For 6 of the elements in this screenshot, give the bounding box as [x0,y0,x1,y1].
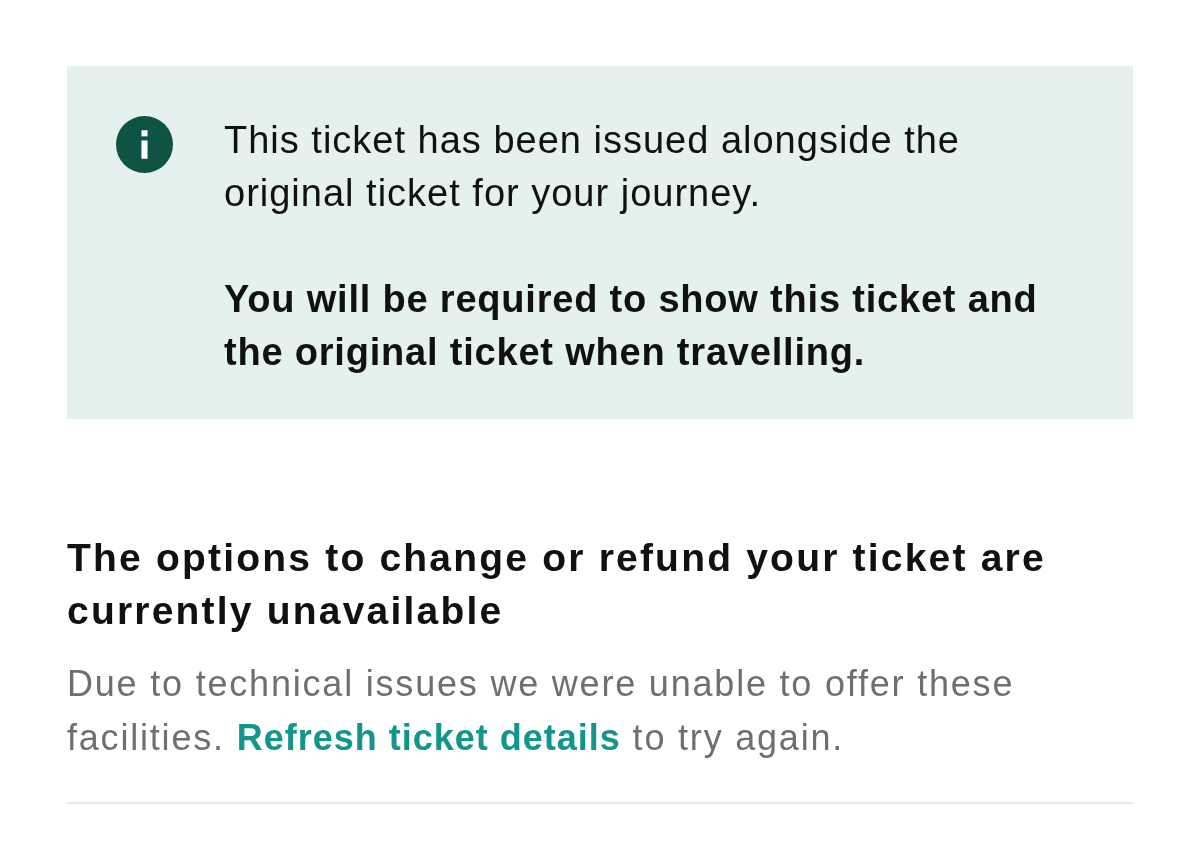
info-emphasis: You will be required to show this ticket and the original ticket when travelling. [224,277,1039,375]
refresh-link[interactable]: Refresh ticket details [236,717,621,758]
section-body: Due to technical issues we were unable to offer these facilities. Refresh ticket details to try again. [67,662,1016,760]
info-icon [116,116,173,173]
info-message: This ticket has been issued alongside the original ticket for your journey. [224,118,961,216]
section-heading: The options to change or refund your ticket are currently unavailable [67,535,1047,634]
